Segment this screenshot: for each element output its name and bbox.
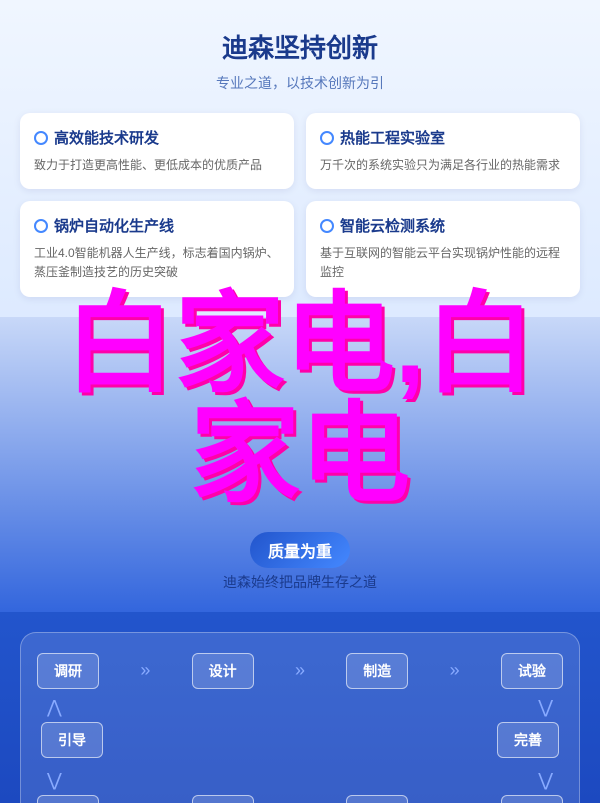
node-test: 试验 [501,653,563,689]
node-certify: 认证 [346,795,408,803]
process-row-2: 引导 完善 [37,722,563,758]
card-4-header: 智能云检测系统 [320,215,566,236]
card-2-title: 热能工程实验室 [340,127,445,148]
card-3-text: 工业4.0智能机器人生产线，标志着国内锅炉、蒸压釜制造技艺的历史突破 [34,244,280,282]
arrow-col-right2: ⋁ [538,770,553,791]
card-3: 锅炉自动化生产线 工业4.0智能机器人生产线，标志着国内锅炉、蒸压釜制造技艺的历… [20,201,294,296]
card-2-text: 万千次的系统实验只为满足各行业的热能需求 [320,156,566,175]
sub-title: 专业之道，以技术创新为引 [20,73,580,93]
node-product: 成品 [501,795,563,803]
card-4: 智能云检测系统 基于互联网的智能云平台实现锅炉性能的远程监控 [306,201,580,296]
arrow-down-left: ⋀ [47,697,62,718]
arrow-1: » [140,660,150,681]
bottom-section: 调研 » 设计 » 制造 » 试验 ⋀ ⋁ 引导 完善 [0,612,600,803]
process-container: 调研 » 设计 » 制造 » 试验 ⋀ ⋁ 引导 完善 [20,632,580,803]
node-research: 调研 [37,653,99,689]
arrow-down-right: ⋁ [538,697,553,718]
node-guide: 引导 [41,722,103,758]
card-1: 高效能技术研发 致力于打造更高性能、更低成本的优质产品 [20,113,294,189]
arrow-down-right2: ⋁ [538,770,553,791]
arrow-2: » [295,660,305,681]
card-2-dot [320,131,334,145]
card-1-title: 高效能技术研发 [54,127,159,148]
main-title: 迪森坚持创新 [20,28,580,65]
arrow-col-right: ⋁ [538,697,553,718]
process-row-3: 创新 « 回馈 « 认证 « 成品 [37,795,563,803]
card-2: 热能工程实验室 万千次的系统实验只为满足各行业的热能需求 [306,113,580,189]
arrow-col-left2: ⋁ [47,770,62,791]
process-row-1: 调研 » 设计 » 制造 » 试验 [37,653,563,689]
node-manufacture: 制造 [346,653,408,689]
node-innovate: 创新 [37,795,99,803]
card-1-dot [34,131,48,145]
card-1-header: 高效能技术研发 [34,127,280,148]
card-2-header: 热能工程实验室 [320,127,566,148]
middle-section: 质量为重 迪森始终把品牌生存之道 [0,317,600,612]
card-4-text: 基于互联网的智能云平台实现锅炉性能的远程监控 [320,244,566,282]
quality-badge: 质量为重 [250,532,350,568]
node-improve: 完善 [497,722,559,758]
card-4-dot [320,219,334,233]
top-section: 迪森坚持创新 专业之道，以技术创新为引 高效能技术研发 致力于打造更高性能、更低… [0,0,600,317]
card-3-title: 锅炉自动化生产线 [54,215,174,236]
node-design: 设计 [192,653,254,689]
card-3-dot [34,219,48,233]
page-wrapper: 迪森坚持创新 专业之道，以技术创新为引 高效能技术研发 致力于打造更高性能、更低… [0,0,600,803]
arrow-down-left2: ⋁ [47,770,62,791]
quality-text: 迪森始终把品牌生存之道 [20,572,580,592]
card-4-title: 智能云检测系统 [340,215,445,236]
node-feedback: 回馈 [192,795,254,803]
card-3-header: 锅炉自动化生产线 [34,215,280,236]
quality-row: 质量为重 [20,532,580,568]
arrow-3: » [450,660,460,681]
card-1-text: 致力于打造更高性能、更低成本的优质产品 [34,156,280,175]
arrow-col-left: ⋀ [47,697,62,718]
cards-grid: 高效能技术研发 致力于打造更高性能、更低成本的优质产品 热能工程实验室 万千次的… [20,113,580,297]
